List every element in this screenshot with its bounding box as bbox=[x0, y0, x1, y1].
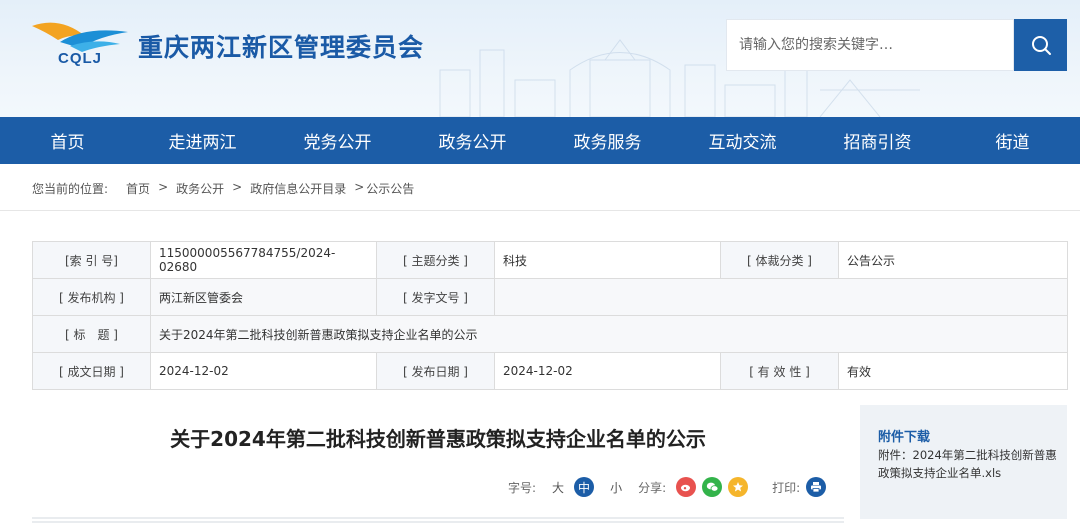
divider bbox=[0, 210, 1080, 211]
nav-item-streets[interactable]: 街道 bbox=[945, 117, 1080, 164]
publisher-label: [ 发布机构 ] bbox=[32, 278, 151, 316]
print-label: 打印: bbox=[772, 480, 801, 495]
validity-label: [ 有 效 性 ] bbox=[720, 352, 839, 390]
breadcrumb-separator: > bbox=[354, 180, 365, 194]
genre-value: 公告公示 bbox=[838, 241, 1068, 279]
site-title[interactable]: 重庆两江新区管理委员会 bbox=[138, 28, 424, 64]
search-button[interactable] bbox=[1014, 19, 1067, 71]
breadcrumb-prefix: 您当前的位置: bbox=[32, 182, 109, 196]
font-size-label: 字号: bbox=[508, 480, 537, 495]
table-row: [ 成文日期 ] 2024-12-02 [ 发布日期 ] 2024-12-02 … bbox=[32, 352, 1068, 390]
search-input[interactable] bbox=[727, 20, 1013, 70]
breadcrumb: 您当前的位置: 首页 > 政务公开 > 政府信息公开目录 > 公示公告 bbox=[32, 180, 422, 197]
nav-item-about[interactable]: 走进两江 bbox=[135, 117, 270, 164]
weibo-icon[interactable] bbox=[676, 477, 697, 497]
breadcrumb-link-catalog[interactable]: 政府信息公开目录 bbox=[250, 180, 346, 197]
attachment-title: 附件下载 bbox=[878, 430, 931, 445]
print-icon[interactable] bbox=[806, 477, 827, 497]
article-divider bbox=[32, 517, 844, 523]
table-row: [索 引 号] 115000005567784755/2024-02680 [ … bbox=[32, 241, 1068, 279]
nav-item-home[interactable]: 首页 bbox=[0, 117, 135, 164]
breadcrumb-separator: > bbox=[232, 180, 243, 194]
nav-item-party-affairs[interactable]: 党务公开 bbox=[270, 117, 405, 164]
share-label: 分享: bbox=[638, 480, 667, 495]
created-date-value: 2024-12-02 bbox=[150, 352, 377, 390]
document-info-table: [索 引 号] 115000005567784755/2024-02680 [ … bbox=[32, 241, 1068, 390]
attachment-file-link[interactable]: 附件：2024年第二批科技创新普惠政策拟支持企业名单.xls bbox=[878, 446, 1058, 482]
article-tools: 字号: 大 中 小 分享: 打印: bbox=[508, 476, 827, 498]
site-header: CQLJ 重庆两江新区管理委员会 bbox=[0, 0, 1080, 117]
genre-label: [ 体裁分类 ] bbox=[720, 241, 839, 279]
article-title: 关于2024年第二批科技创新普惠政策拟支持企业名单的公示 bbox=[170, 427, 706, 451]
logo-text: CQLJ bbox=[58, 50, 103, 67]
attachment-panel: 附件下载 附件：2024年第二批科技创新普惠政策拟支持企业名单.xls bbox=[860, 405, 1067, 519]
breadcrumb-link-gov-affairs[interactable]: 政务公开 bbox=[176, 180, 224, 197]
search-icon bbox=[1031, 36, 1051, 55]
docno-value bbox=[494, 278, 1068, 316]
docno-label: [ 发字文号 ] bbox=[376, 278, 495, 316]
nav-item-investment[interactable]: 招商引资 bbox=[810, 117, 945, 164]
topic-value: 科技 bbox=[494, 241, 721, 279]
wechat-icon[interactable] bbox=[702, 477, 723, 497]
font-size-large[interactable]: 大 bbox=[552, 479, 564, 496]
title-value: 关于2024年第二批科技创新普惠政策拟支持企业名单的公示 bbox=[150, 315, 1068, 353]
search-box bbox=[726, 19, 1014, 71]
breadcrumb-separator: > bbox=[158, 180, 169, 194]
main-nav: 首页 走进两江 党务公开 政务公开 政务服务 互动交流 招商引资 街道 bbox=[0, 117, 1080, 164]
breadcrumb-link-announcements[interactable]: 公示公告 bbox=[366, 180, 414, 197]
created-date-label: [ 成文日期 ] bbox=[32, 352, 151, 390]
index-value: 115000005567784755/2024-02680 bbox=[150, 241, 377, 279]
published-date-value: 2024-12-02 bbox=[494, 352, 721, 390]
qzone-star-icon[interactable] bbox=[728, 477, 749, 497]
table-row: [ 标 题 ] 关于2024年第二批科技创新普惠政策拟支持企业名单的公示 bbox=[32, 315, 1068, 353]
validity-value: 有效 bbox=[838, 352, 1068, 390]
table-row: [ 发布机构 ] 两江新区管委会 [ 发字文号 ] bbox=[32, 278, 1068, 316]
title-label: [ 标 题 ] bbox=[32, 315, 151, 353]
nav-item-gov-affairs[interactable]: 政务公开 bbox=[405, 117, 540, 164]
index-label: [索 引 号] bbox=[32, 241, 151, 279]
nav-item-interaction[interactable]: 互动交流 bbox=[675, 117, 810, 164]
font-size-medium[interactable]: 中 bbox=[574, 477, 595, 497]
published-date-label: [ 发布日期 ] bbox=[376, 352, 495, 390]
nav-item-gov-services[interactable]: 政务服务 bbox=[540, 117, 675, 164]
breadcrumb-link-home[interactable]: 首页 bbox=[126, 180, 150, 197]
publisher-value: 两江新区管委会 bbox=[150, 278, 377, 316]
topic-label: [ 主题分类 ] bbox=[376, 241, 495, 279]
font-size-small[interactable]: 小 bbox=[610, 479, 622, 496]
